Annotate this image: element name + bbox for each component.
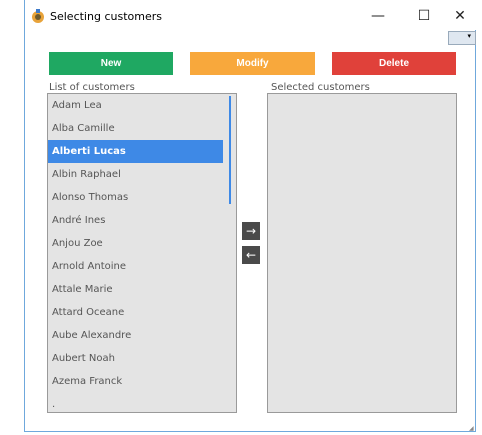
customer-list-item[interactable]: Arnold Antoine [48, 255, 223, 278]
customer-list-item[interactable]: Attale Marie [48, 278, 223, 301]
customers-list[interactable]: Adam Lea Alba Camille Alberti Lucas Albin R… [47, 93, 237, 413]
resize-grip-icon[interactable]: ◢ [469, 425, 474, 432]
add-to-selection-button[interactable]: → [242, 222, 260, 240]
customer-list-item[interactable]: Alba Camille [48, 117, 223, 140]
customer-list-item[interactable]: Anjou Zoe [48, 232, 223, 255]
modify-button[interactable]: Modify [190, 52, 315, 75]
customer-list-item[interactable]: Aube Alexandre [48, 324, 223, 347]
customer-list-item[interactable]: André Ines [48, 209, 223, 232]
customer-list-item[interactable]: Albin Raphael [48, 163, 223, 186]
customer-list-item[interactable]: Attard Oceane [48, 301, 223, 324]
customers-list-label: List of customers [49, 82, 135, 93]
selected-list-label: Selected customers [271, 82, 370, 93]
arrow-left-icon: ← [245, 248, 257, 262]
window-title: Selecting customers [50, 10, 162, 23]
app-window: Selecting customers — ☐ ✕ ▾ New Modify D… [24, 0, 477, 432]
customer-list-item[interactable]: Alberti Lucas [48, 140, 223, 163]
title-bar[interactable]: Selecting customers — ☐ ✕ [25, 0, 477, 30]
customer-list-item[interactable]: Aubert Noah [48, 347, 223, 370]
customer-list-item[interactable]: Azema Franck [48, 370, 223, 393]
scrollbar-thumb[interactable] [229, 96, 231, 204]
selected-customers-list[interactable] [267, 93, 457, 413]
close-button[interactable]: ✕ [437, 2, 482, 30]
app-icon [32, 9, 44, 23]
arrow-right-icon: → [245, 224, 257, 238]
chevron-down-icon: ▾ [467, 32, 471, 40]
customer-list-item[interactable]: Alonso Thomas [48, 186, 223, 209]
remove-from-selection-button[interactable]: ← [242, 246, 260, 264]
customer-list-item[interactable]: Adam Lea [48, 94, 223, 117]
context-menu-button[interactable]: ▾ [448, 31, 476, 45]
new-button[interactable]: New [49, 52, 173, 75]
delete-button[interactable]: Delete [332, 52, 456, 75]
customer-list-item[interactable]: . [48, 393, 223, 412]
minimize-button[interactable]: — [355, 2, 401, 30]
